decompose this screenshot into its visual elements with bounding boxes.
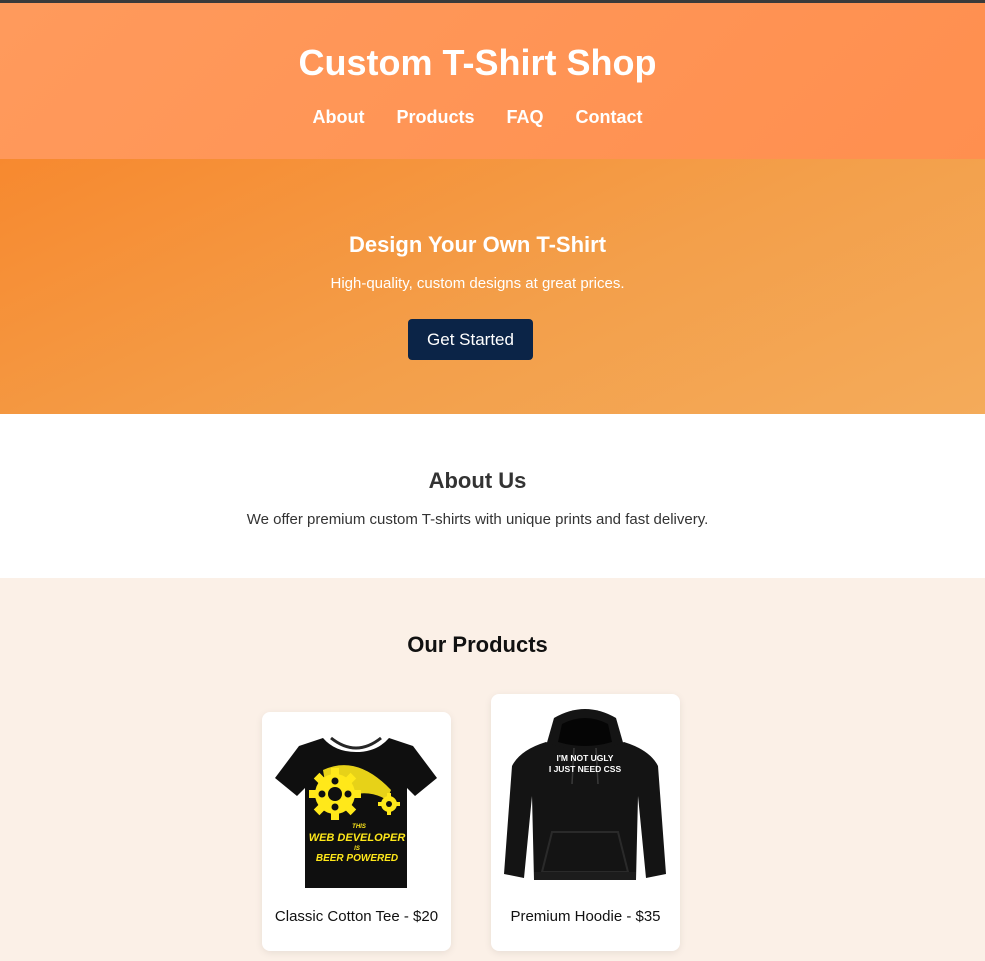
tee-print-line-2: WEB DEVELOPER	[309, 832, 406, 844]
hoodie-print-line-1: I'M NOT UGLY	[557, 753, 614, 763]
hoodie-image: I'M NOT UGLY I JUST NEED CSS	[504, 709, 666, 880]
main-nav: About Products FAQ Contact	[0, 107, 955, 128]
about-text: We offer premium custom T-shirts with un…	[246, 511, 709, 528]
nav-link-contact[interactable]: Contact	[576, 107, 643, 128]
nav-link-faq[interactable]: FAQ	[506, 107, 543, 128]
tee-print-line-1: THIS	[352, 824, 366, 830]
tshirt-image: THIS WEB DEVELOPER IS BEER POWERED	[275, 736, 437, 888]
products-section: Our Products THIS WEB DEVELOPER IS BEER …	[0, 578, 985, 961]
product-label-tee: Classic Cotton Tee - $20	[274, 908, 439, 925]
products-title: Our Products	[407, 632, 548, 657]
get-started-button[interactable]: Get Started	[408, 319, 533, 360]
hoodie-print-line-2: I JUST NEED CSS	[549, 764, 622, 774]
nav-link-products[interactable]: Products	[396, 107, 474, 128]
about-title: About Us	[428, 468, 527, 493]
hero-section: Design Your Own T-Shirt High-quality, cu…	[0, 159, 985, 414]
product-label-hoodie: Premium Hoodie - $35	[510, 908, 661, 925]
site-title: Custom T-Shirt Shop	[298, 42, 657, 83]
hero-subtitle: High-quality, custom designs at great pr…	[330, 275, 625, 292]
about-section: About Us We offer premium custom T-shirt…	[0, 414, 985, 578]
nav-link-about[interactable]: About	[312, 107, 364, 128]
product-card-tee[interactable]: THIS WEB DEVELOPER IS BEER POWERED Class…	[262, 712, 451, 951]
tee-print-line-4: BEER POWERED	[316, 853, 398, 864]
tee-print-line-3: IS	[354, 846, 360, 852]
product-card-hoodie[interactable]: I'M NOT UGLY I JUST NEED CSS Premium Hoo…	[491, 694, 680, 951]
site-header: Custom T-Shirt Shop About Products FAQ C…	[0, 3, 985, 159]
hero-title: Design Your Own T-Shirt	[348, 232, 607, 257]
